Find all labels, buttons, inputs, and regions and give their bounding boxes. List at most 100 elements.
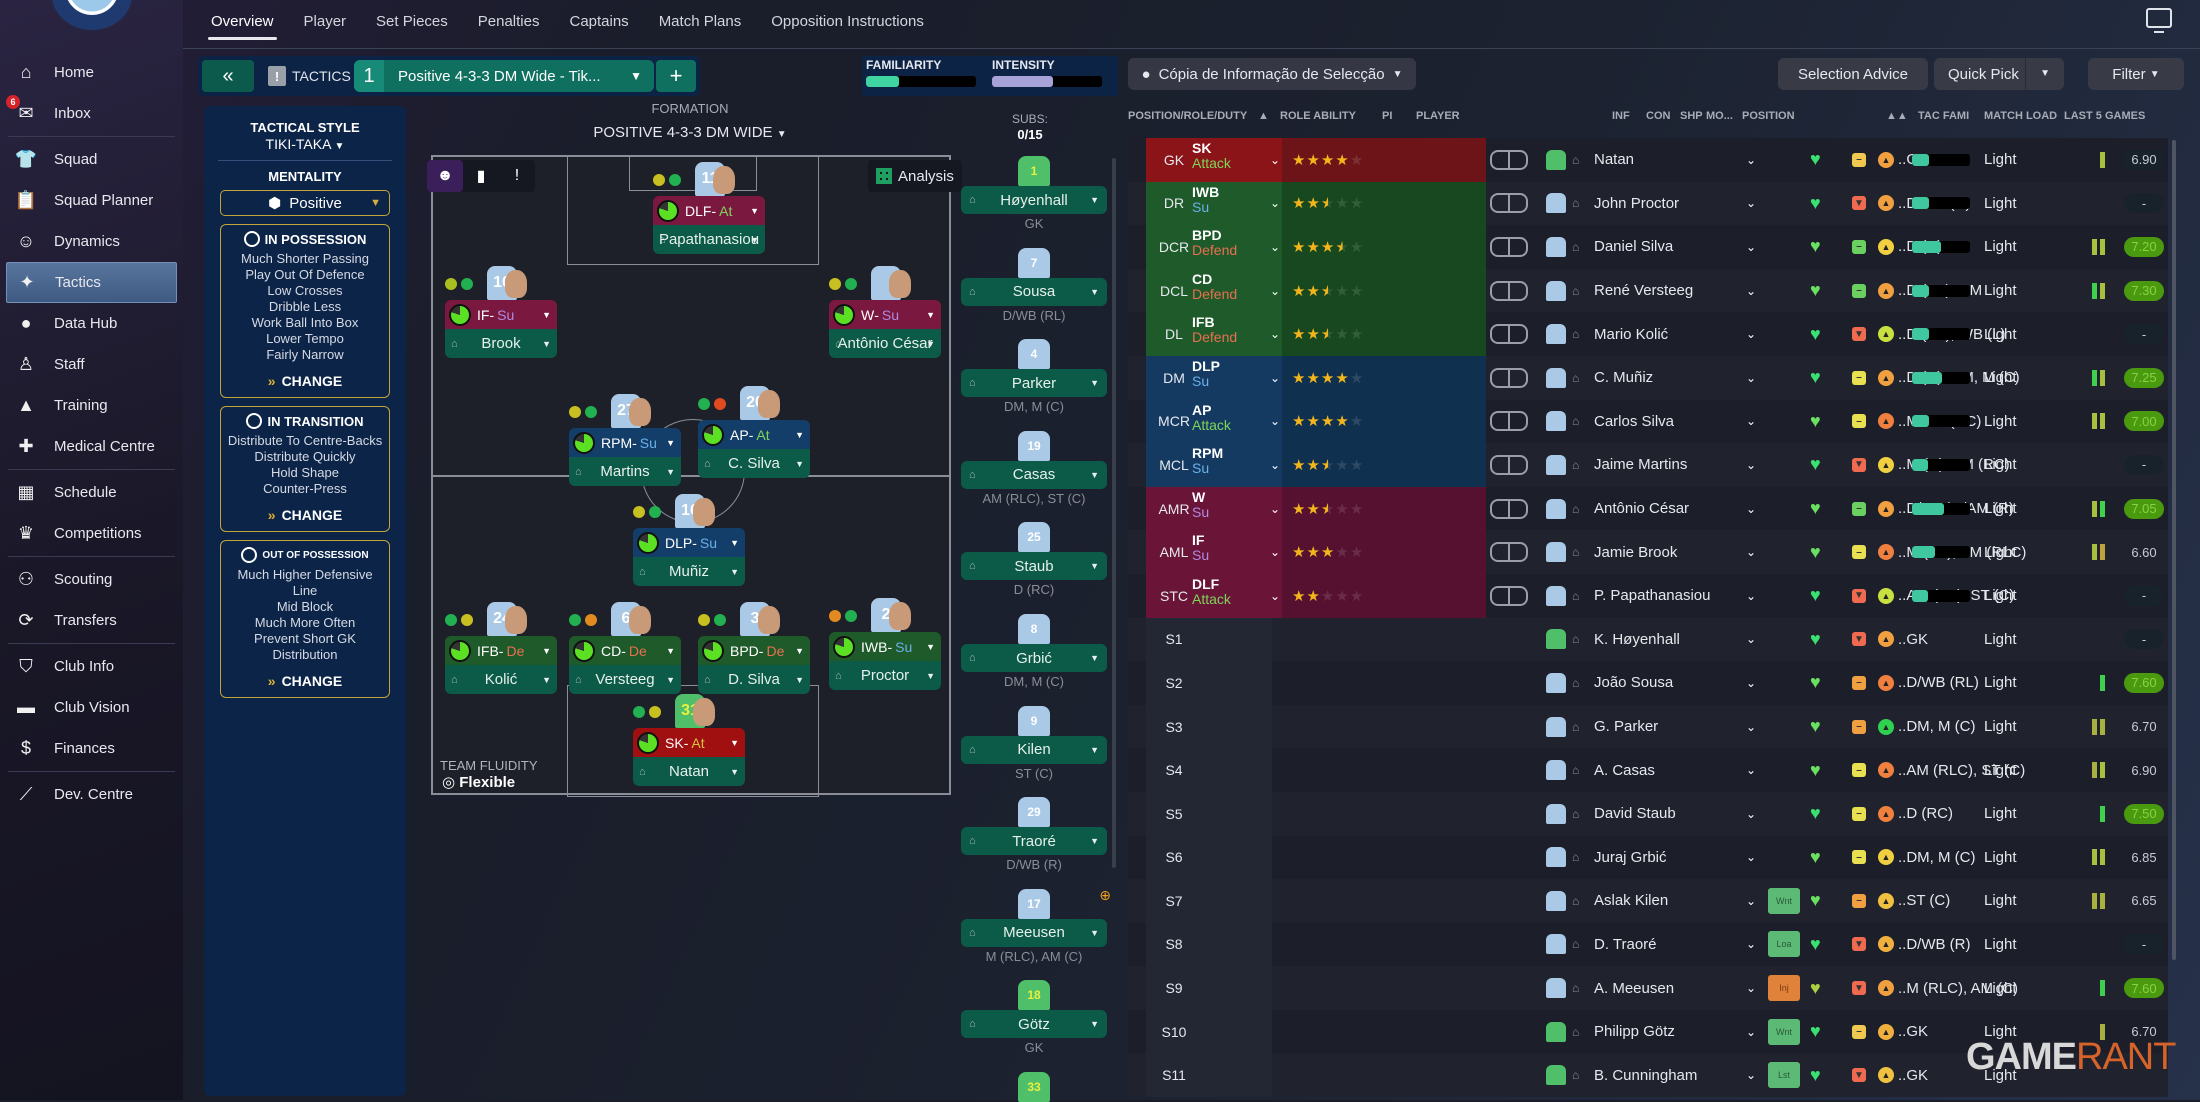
copy-selection-info-dropdown[interactable]: ● Cópia de Informação de Selecção ▼ (1128, 58, 1416, 90)
table-row[interactable]: AMRWSu⌄★★★★★⌂Antônio César⌄♥–▲..D/WB/M/A… (1128, 486, 2168, 531)
pitch-player-card[interactable]: W - Su ▼ ⌂ Antônio César ▼ (829, 266, 941, 358)
player-name[interactable]: Mario Kolić (1594, 326, 1668, 343)
chevron-down-icon[interactable]: ⌄ (1746, 720, 1756, 734)
role-selector[interactable]: DLF - At ▼ (653, 196, 765, 225)
col-position[interactable]: POSITION (1742, 110, 1795, 122)
player-lock-icon[interactable]: ⌂ (1572, 807, 1579, 821)
sidebar-item-data-hub[interactable]: ● Data Hub (0, 303, 183, 344)
chevron-down-icon[interactable]: ⌄ (1746, 371, 1756, 385)
sidebar-item-club-vision[interactable]: ▬ Club Vision (0, 687, 183, 728)
table-scrollbar[interactable] (2172, 140, 2176, 960)
role-selector[interactable]: IF - Su ▼ (445, 300, 557, 329)
sub-player-selector[interactable]: ⌂ Traoré ▼ (961, 827, 1107, 856)
table-row[interactable]: S5 ⌂ David Staub ⌄ ♥ – ▲ ..D (RC) Light 7.50 (1128, 791, 2168, 836)
role-duty[interactable]: AP Attack (1192, 402, 1264, 433)
tab-captains[interactable]: Captains (554, 0, 643, 42)
role-duty[interactable]: RPM Su (1192, 446, 1264, 476)
role-selector[interactable]: AP - At ▼ (698, 420, 810, 449)
pitch-player-card[interactable]: 16 DLP - Su ▼ ⌂ Muñiz ▼ (633, 494, 745, 586)
player-name[interactable]: Daniel Silva (1594, 238, 1673, 255)
table-row[interactable]: STCDLFAttack⌄★★★★★⌂P. Papathanasiou⌄♥▼▲.… (1128, 573, 2168, 618)
player-lock-icon[interactable]: ⌂ (1572, 720, 1579, 734)
player-name[interactable]: David Staub (1594, 805, 1676, 822)
tab-set-pieces[interactable]: Set Pieces (361, 0, 463, 42)
col-position-role-duty[interactable]: POSITION/ROLE/DUTY (1128, 110, 1247, 122)
player-name[interactable]: Aslak Kilen (1594, 892, 1668, 909)
role-duty[interactable]: DLP Su (1192, 358, 1264, 389)
player-name[interactable]: P. Papathanasiou (1594, 587, 1711, 604)
chevron-down-icon[interactable]: ⌄ (1270, 284, 1280, 298)
club-crest[interactable]: CITY (52, 0, 132, 30)
col-last-5-games[interactable]: LAST 5 GAMES (2064, 110, 2145, 122)
player-instructions-toggle[interactable] (1490, 324, 1528, 345)
intensity-bar[interactable] (992, 76, 1102, 87)
chevron-down-icon[interactable]: ⌄ (1746, 196, 1756, 210)
table-row[interactable]: DMDLPSu⌄★★★★★⌂C. Muñiz⌄♥–▲..D (C), DM, M… (1128, 355, 2168, 400)
player-selector[interactable]: ⌂ C. Silva ▼ (698, 449, 810, 478)
chevron-down-icon[interactable]: ⌄ (1746, 1025, 1756, 1039)
sidebar-item-schedule[interactable]: ▦ Schedule (0, 472, 183, 513)
table-row[interactable]: S7 ⌂ Aslak Kilen ⌄ Wnt ♥ – ▲ ..ST (C) Light 6.65 (1128, 879, 2168, 923)
role-selector[interactable]: SK - At ▼ (633, 728, 745, 757)
role-duty[interactable]: BPD Defend (1192, 228, 1264, 258)
player-selector[interactable]: ⌂ Proctor ▼ (829, 661, 941, 690)
tab-overview[interactable]: Overview (196, 0, 289, 42)
sub-player[interactable]: 19 ⌂ Casas ▼ AM (RLC), ST (C) (961, 430, 1107, 506)
player-instructions-toggle[interactable] (1490, 498, 1528, 519)
sub-player[interactable]: 17 ⌂ Meeusen ▼ M (RLC), AM (C) ⊕ (961, 887, 1111, 964)
col-pi[interactable]: PI (1382, 110, 1392, 122)
sub-player[interactable]: 8 ⌂ Grbić ▼ DM, M (C) (961, 614, 1107, 689)
player-lock-icon[interactable]: ⌂ (1572, 240, 1579, 254)
sidebar-item-training[interactable]: ▲ Training (0, 385, 183, 426)
chevron-down-icon[interactable]: ⌄ (1746, 807, 1756, 821)
pitch-player-card[interactable]: 6 CD - De ▼ ⌂ Versteeg ▼ (569, 602, 681, 694)
player-instructions-toggle[interactable] (1490, 454, 1528, 475)
sub-player-selector[interactable]: ⌂ Casas ▼ (961, 460, 1107, 489)
player-name[interactable]: Jamie Brook (1594, 544, 1677, 561)
sidebar-item-squad[interactable]: 👕 Squad (0, 139, 183, 180)
chevron-down-icon[interactable]: ⌄ (1746, 850, 1756, 864)
role-selector[interactable]: W - Su ▼ (829, 300, 941, 329)
player-instructions-toggle[interactable] (1490, 149, 1528, 170)
col-con[interactable]: CON (1646, 110, 1670, 122)
bar-chart-icon[interactable]: ▮ (463, 160, 499, 192)
chevron-down-icon[interactable]: ⌄ (1746, 676, 1756, 690)
familiarity-bar[interactable] (866, 76, 976, 87)
sidebar-item-squad-planner[interactable]: 📋 Squad Planner (0, 180, 183, 221)
player-selector[interactable]: ⌂ Papathanasiou ▼ (653, 225, 765, 254)
in-transition-change-button[interactable]: » CHANGE (225, 507, 385, 523)
chevron-down-icon[interactable]: ⌄ (1270, 414, 1280, 428)
player-name[interactable]: K. Høyenhall (1594, 631, 1680, 648)
table-row[interactable]: MCRAPAttack⌄★★★★★⌂Carlos Silva⌄♥–▲..M/AM… (1128, 399, 2168, 444)
in-possession-change-button[interactable]: » CHANGE (225, 373, 385, 389)
sub-player[interactable]: 4 ⌂ Parker ▼ DM, M (C) (961, 339, 1107, 414)
chevron-down-icon[interactable]: ⌄ (1746, 414, 1756, 428)
sub-player[interactable]: 1 ⌂ Høyenhall ▼ GK (961, 156, 1107, 231)
player-lock-icon[interactable]: ⌂ (1572, 894, 1579, 908)
col-match-load[interactable]: MATCH LOAD (1984, 110, 2057, 122)
tactic-selector[interactable]: 1 Positive 4-3-3 DM Wide - Tik... ▼ (354, 60, 654, 92)
player-name[interactable]: Antônio César (1594, 500, 1689, 517)
chevron-down-icon[interactable]: ⌄ (1746, 981, 1756, 995)
pitch-player-card[interactable]: 10 IF - Su ▼ ⌂ Brook ▼ (445, 266, 557, 358)
sidebar-item-tactics[interactable]: ✦ Tactics (6, 262, 177, 303)
chevron-down-icon[interactable]: ⌄ (1270, 589, 1280, 603)
sub-player[interactable]: 18 ⌂ Götz ▼ GK (961, 980, 1107, 1055)
pitch-player-card[interactable]: 27 RPM - Su ▼ ⌂ Martins ▼ (569, 394, 681, 486)
player-lock-icon[interactable]: ⌂ (1572, 1025, 1579, 1039)
table-row[interactable]: DRIWBSu⌄★★★★★⌂John Proctor⌄♥▼▲..D/WB (R)… (1128, 181, 2168, 226)
chevron-down-icon[interactable]: ⌄ (1270, 371, 1280, 385)
quick-pick-chevron[interactable]: ▼ (2025, 58, 2050, 90)
chevron-down-icon[interactable]: ⌄ (1746, 502, 1756, 516)
sidebar-item-competitions[interactable]: ♛ Competitions (0, 513, 183, 554)
chevron-down-icon[interactable]: ⌄ (1746, 894, 1756, 908)
sidebar-item-inbox[interactable]: ✉ 6 Inbox (0, 93, 183, 134)
role-duty[interactable]: SK Attack (1192, 141, 1264, 171)
chevron-down-icon[interactable]: ⌄ (1746, 763, 1756, 777)
role-selector[interactable]: DLP - Su ▼ (633, 528, 745, 557)
table-row[interactable]: S2 ⌂ João Sousa ⌄ ♥ – ▲ ..D/WB (RL) Light 7.60 (1128, 661, 2168, 705)
sub-player-selector[interactable]: ⌂ Grbić ▼ (961, 644, 1107, 672)
player-selector[interactable]: ⌂ Kolić ▼ (445, 665, 557, 694)
player-lock-icon[interactable]: ⌂ (1572, 196, 1579, 210)
player-name[interactable]: Philipp Götz (1594, 1023, 1675, 1040)
